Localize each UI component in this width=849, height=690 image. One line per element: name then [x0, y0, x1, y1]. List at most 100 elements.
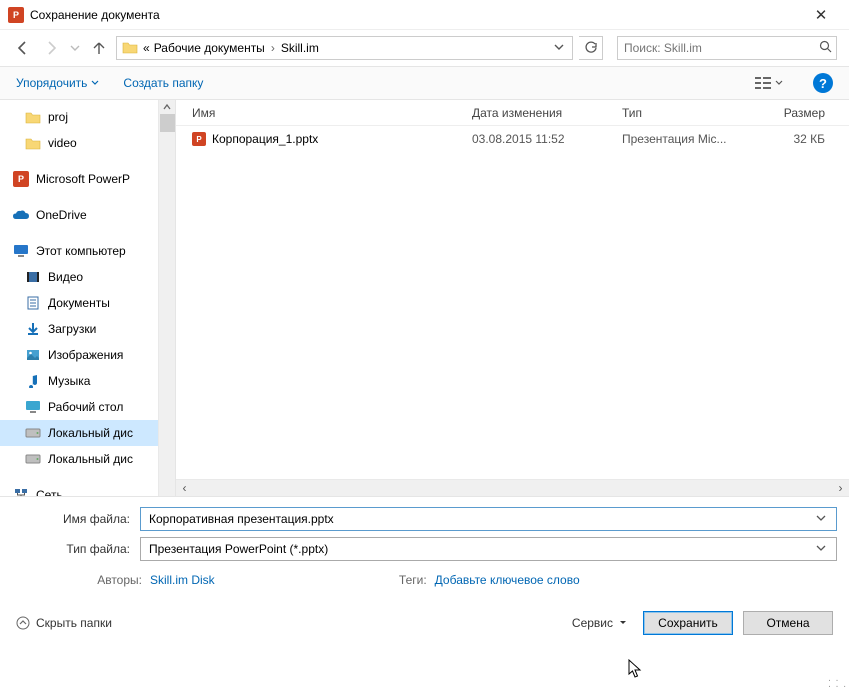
nav-row: « Рабочие документы › Skill.im	[0, 30, 849, 66]
address-dropdown-icon[interactable]	[550, 41, 568, 55]
back-icon[interactable]	[12, 37, 34, 59]
service-button[interactable]: Сервис	[572, 616, 627, 630]
col-name[interactable]: Имя	[192, 106, 472, 120]
file-row[interactable]: P Корпорация_1.pptx 03.08.2015 11:52Презен…	[176, 126, 849, 152]
sidebar-item[interactable]: proj	[0, 104, 175, 130]
sidebar-item[interactable]: Локальный дис	[0, 420, 175, 446]
disk-icon	[24, 450, 42, 468]
up-icon[interactable]	[88, 37, 110, 59]
filetype-input[interactable]	[147, 541, 812, 557]
sidebar: proj video P Microsoft PowerP OneDrive Этот к…	[0, 100, 176, 496]
chevron-down-icon[interactable]	[812, 512, 830, 526]
scrollbar-thumb[interactable]	[160, 114, 175, 132]
sidebar-item[interactable]: Сеть	[0, 482, 175, 496]
folder-icon	[121, 40, 139, 57]
sidebar-item[interactable]: Видео	[0, 264, 175, 290]
authors-label: Авторы:	[78, 573, 150, 587]
sidebar-item-label: OneDrive	[36, 208, 87, 222]
chevron-up-icon[interactable]	[162, 102, 172, 112]
sidebar-item[interactable]: Рабочий стол	[0, 394, 175, 420]
images-icon	[24, 346, 42, 364]
forward-icon	[40, 37, 62, 59]
tags-value[interactable]: Добавьте ключевое слово	[435, 573, 580, 587]
onedrive-icon	[12, 206, 30, 224]
music-icon	[24, 372, 42, 390]
filetype-label: Тип файла:	[12, 542, 140, 556]
breadcrumb[interactable]: Skill.im	[281, 41, 319, 55]
app-icon: P	[8, 7, 24, 23]
sidebar-item[interactable]: Документы	[0, 290, 175, 316]
chevron-right-icon[interactable]: ›	[269, 41, 277, 55]
titlebar: P Сохранение документа ✕	[0, 0, 849, 30]
cancel-button[interactable]: Отмена	[743, 611, 833, 635]
close-icon[interactable]: ✕	[801, 6, 841, 24]
scrollbar-vertical[interactable]	[158, 100, 175, 496]
file-type: Презентация Mic...	[622, 132, 772, 146]
sidebar-item-label: Изображения	[48, 348, 123, 362]
disk-icon	[24, 424, 42, 442]
metadata-row: Авторы: Skill.im Disk Теги: Добавьте клю…	[12, 567, 837, 591]
authors-value[interactable]: Skill.im Disk	[150, 573, 215, 587]
view-mode-button[interactable]	[749, 77, 789, 89]
sidebar-item-label: video	[48, 136, 77, 150]
sidebar-item-label: Сеть	[36, 488, 63, 496]
sidebar-item-label: Локальный дис	[48, 426, 133, 440]
filename-label: Имя файла:	[12, 512, 140, 526]
col-size[interactable]: Размер	[772, 106, 849, 120]
address-prefix: «	[143, 41, 150, 55]
sidebar-item-label: Загрузки	[48, 322, 96, 336]
sidebar-item[interactable]: P Microsoft PowerP	[0, 166, 175, 192]
col-date[interactable]: Дата изменения	[472, 106, 622, 120]
sidebar-item-label: Microsoft PowerP	[36, 172, 130, 186]
column-headers: Имя Дата изменения Тип Размер	[176, 100, 849, 126]
sidebar-item[interactable]: Музыка	[0, 368, 175, 394]
filetype-field[interactable]	[140, 537, 837, 561]
sidebar-item[interactable]: Локальный дис	[0, 446, 175, 472]
sidebar-item[interactable]: Этот компьютер	[0, 238, 175, 264]
address-bar[interactable]: « Рабочие документы › Skill.im	[116, 36, 573, 60]
file-name: Корпорация_1.pptx	[212, 132, 318, 146]
form-area: Имя файла: Тип файла: Авторы: Skill.im D…	[0, 496, 849, 597]
resize-grip-icon[interactable]: . .. . .	[828, 676, 847, 688]
filename-field[interactable]	[140, 507, 837, 531]
docs-icon	[24, 294, 42, 312]
sidebar-item-label: Музыка	[48, 374, 90, 388]
chevron-left-icon[interactable]: ‹	[176, 481, 193, 495]
scrollbar-horizontal[interactable]: ‹ ›	[176, 479, 849, 496]
sidebar-item[interactable]: Загрузки	[0, 316, 175, 342]
sidebar-item-label: proj	[48, 110, 68, 124]
chevron-up-circle-icon	[16, 616, 30, 630]
chevron-down-icon	[775, 79, 783, 87]
chevron-down-icon[interactable]	[812, 542, 830, 556]
organize-button[interactable]: Упорядочить	[16, 76, 99, 90]
sidebar-item-label: Документы	[48, 296, 110, 310]
sidebar-item[interactable]: video	[0, 130, 175, 156]
tags-label: Теги:	[395, 573, 435, 587]
history-dropdown-icon[interactable]	[68, 37, 82, 59]
col-type[interactable]: Тип	[622, 106, 772, 120]
file-date: 03.08.2015 11:52	[472, 132, 622, 146]
folder-icon	[24, 134, 42, 152]
help-icon[interactable]: ?	[813, 73, 833, 93]
cursor-icon	[628, 659, 644, 679]
chevron-down-icon	[619, 619, 627, 627]
hide-folders-button[interactable]: Скрыть папки	[16, 616, 112, 630]
chevron-right-icon[interactable]: ›	[832, 481, 849, 495]
main-area: proj video P Microsoft PowerP OneDrive Этот к…	[0, 100, 849, 496]
sidebar-item[interactable]: OneDrive	[0, 202, 175, 228]
toolbar: Упорядочить Создать папку ?	[0, 66, 849, 100]
search-input[interactable]	[622, 40, 819, 56]
breadcrumb[interactable]: Рабочие документы	[154, 41, 265, 55]
filename-input[interactable]	[147, 511, 812, 527]
refresh-icon[interactable]	[579, 36, 603, 60]
file-area: Имя Дата изменения Тип Размер P Корпораци…	[176, 100, 849, 496]
network-icon	[12, 486, 30, 496]
save-button[interactable]: Сохранить	[643, 611, 733, 635]
pptx-icon: P	[192, 132, 206, 146]
sidebar-item[interactable]: Изображения	[0, 342, 175, 368]
window-title: Сохранение документа	[30, 8, 801, 22]
search-icon[interactable]	[819, 40, 832, 56]
pp-icon: P	[12, 170, 30, 188]
new-folder-button[interactable]: Создать папку	[123, 76, 203, 90]
search-box[interactable]	[617, 36, 837, 60]
